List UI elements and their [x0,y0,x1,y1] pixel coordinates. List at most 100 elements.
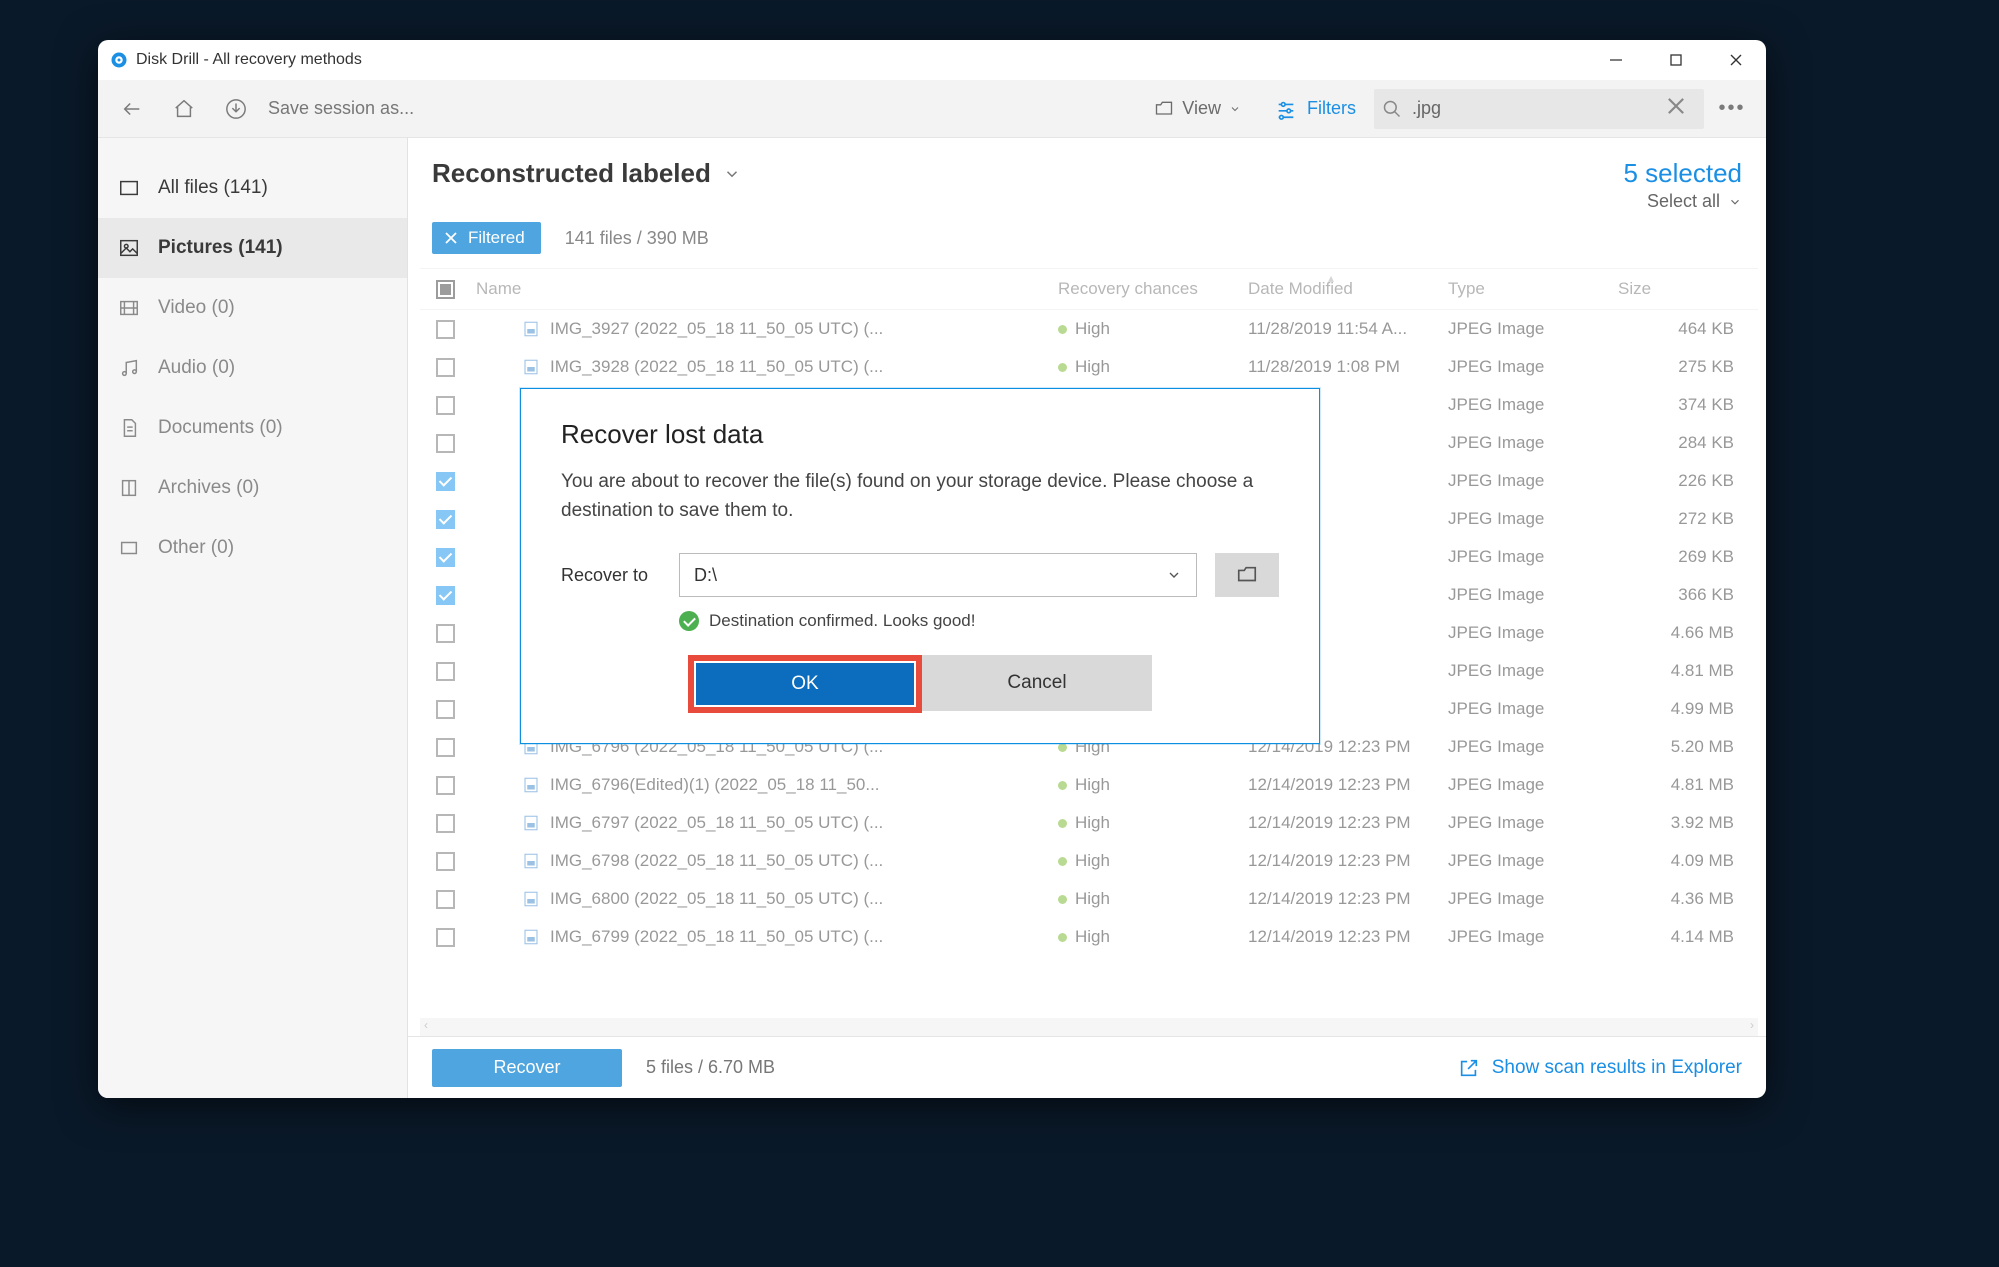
sidebar-item-label: Archives (0) [158,477,259,499]
destination-value: D:\ [694,565,717,586]
column-size[interactable]: Size [1618,279,1758,299]
type-value: JPEG Image [1448,813,1618,833]
filters-label: Filters [1307,98,1356,119]
horizontal-scrollbar[interactable] [420,1018,1758,1036]
more-button[interactable]: ••• [1708,85,1756,133]
sidebar-item-documents[interactable]: Documents (0) [98,398,407,458]
row-checkbox[interactable] [436,358,455,377]
cancel-button[interactable]: Cancel [922,655,1152,711]
chevron-down-icon [1728,195,1742,209]
close-button[interactable] [1706,40,1766,80]
status-dot-icon [1058,819,1067,828]
maximize-button[interactable] [1646,40,1706,80]
table-row[interactable]: IMG_3927 (2022_05_18 11_50_05 UTC) (...H… [420,310,1758,348]
select-all-button[interactable]: Select all [1623,191,1742,212]
cancel-button-label: Cancel [1007,672,1066,694]
table-header: Name Recovery chances ▴ Date Modified Ty… [420,268,1758,310]
select-all-checkbox[interactable] [436,280,455,299]
table-row[interactable]: IMG_6800 (2022_05_18 11_50_05 UTC) (...H… [420,880,1758,918]
documents-icon [118,417,140,439]
titlebar: Disk Drill - All recovery methods [98,40,1766,80]
row-checkbox[interactable] [436,662,455,681]
show-in-explorer-link[interactable]: Show scan results in Explorer [1458,1057,1742,1079]
search-input[interactable]: .jpg [1374,89,1704,129]
status-dot-icon [1058,895,1067,904]
row-checkbox[interactable] [436,928,455,947]
ok-button[interactable]: OK [696,663,914,705]
sidebar-item-audio[interactable]: Audio (0) [98,338,407,398]
row-checkbox[interactable] [436,624,455,643]
table-row[interactable]: IMG_6797 (2022_05_18 11_50_05 UTC) (...H… [420,804,1758,842]
row-checkbox[interactable] [436,890,455,909]
sidebar-item-label: Other (0) [158,537,234,559]
size-value: 4.81 MB [1618,661,1758,681]
video-icon [118,297,140,319]
row-checkbox[interactable] [436,472,455,491]
column-name[interactable]: Name [470,279,1058,299]
section-title[interactable]: Reconstructed labeled [432,158,741,189]
audio-icon [118,357,140,379]
size-value: 284 KB [1618,433,1758,453]
clear-search-icon[interactable] [1666,96,1696,121]
sidebar-item-allfiles[interactable]: All files (141) [98,158,407,218]
view-dropdown[interactable]: View [1138,85,1257,133]
file-name: IMG_6798 (2022_05_18 11_50_05 UTC) (... [550,851,883,871]
save-session-label[interactable]: Save session as... [264,98,414,119]
download-button[interactable] [212,85,260,133]
app-window: Disk Drill - All recovery methods Save s… [98,40,1766,1098]
table-row[interactable]: IMG_6796(Edited)(1) (2022_05_18 11_50...… [420,766,1758,804]
status-dot-icon [1058,857,1067,866]
recover-dialog: Recover lost data You are about to recov… [520,388,1320,744]
recover-button[interactable]: Recover [432,1049,622,1087]
column-type[interactable]: Type [1448,279,1618,299]
date-value: 12/14/2019 12:23 PM [1248,813,1448,833]
filter-row: Filtered 141 files / 390 MB [408,218,1766,268]
recovery-value: High [1075,813,1110,833]
row-checkbox[interactable] [436,548,455,567]
pictures-icon [118,237,140,259]
recovery-value: High [1075,851,1110,871]
recover-to-row: Recover to D:\ [561,553,1279,597]
filter-chip[interactable]: Filtered [432,222,541,254]
file-name: IMG_6796(Edited)(1) (2022_05_18 11_50... [550,775,880,795]
date-value: 12/14/2019 12:23 PM [1248,927,1448,947]
filter-chip-label: Filtered [468,228,525,248]
row-checkbox[interactable] [436,434,455,453]
destination-confirmation: Destination confirmed. Looks good! [561,611,1279,631]
chevron-down-icon [723,165,741,183]
size-value: 4.14 MB [1618,927,1758,947]
row-checkbox[interactable] [436,320,455,339]
size-value: 5.20 MB [1618,737,1758,757]
sidebar-item-other[interactable]: Other (0) [98,518,407,578]
sidebar-item-video[interactable]: Video (0) [98,278,407,338]
column-recovery[interactable]: Recovery chances [1058,279,1248,299]
ok-button-label: OK [791,673,818,695]
table-row[interactable]: IMG_3928 (2022_05_18 11_50_05 UTC) (...H… [420,348,1758,386]
row-checkbox[interactable] [436,586,455,605]
row-checkbox[interactable] [436,510,455,529]
row-checkbox[interactable] [436,396,455,415]
filters-button[interactable]: Filters [1261,98,1370,120]
recovery-value: High [1075,927,1110,947]
size-value: 4.66 MB [1618,623,1758,643]
back-button[interactable] [108,85,156,133]
browse-button[interactable] [1215,553,1279,597]
home-button[interactable] [160,85,208,133]
sidebar-item-archives[interactable]: Archives (0) [98,458,407,518]
row-checkbox[interactable] [436,776,455,795]
row-checkbox[interactable] [436,814,455,833]
row-checkbox[interactable] [436,852,455,871]
size-value: 4.09 MB [1618,851,1758,871]
destination-select[interactable]: D:\ [679,553,1197,597]
dialog-buttons: OK Cancel [561,655,1279,713]
row-checkbox[interactable] [436,700,455,719]
table-row[interactable]: IMG_6799 (2022_05_18 11_50_05 UTC) (...H… [420,918,1758,956]
minimize-button[interactable] [1586,40,1646,80]
type-value: JPEG Image [1448,357,1618,377]
date-value: 11/28/2019 11:54 A... [1248,319,1448,339]
table-row[interactable]: IMG_6798 (2022_05_18 11_50_05 UTC) (... H… [420,842,1758,880]
sidebar-item-pictures[interactable]: Pictures (141) [98,218,407,278]
row-checkbox[interactable] [436,738,455,757]
sidebar-item-label: Video (0) [158,297,235,319]
column-date[interactable]: ▴ Date Modified [1248,279,1448,299]
